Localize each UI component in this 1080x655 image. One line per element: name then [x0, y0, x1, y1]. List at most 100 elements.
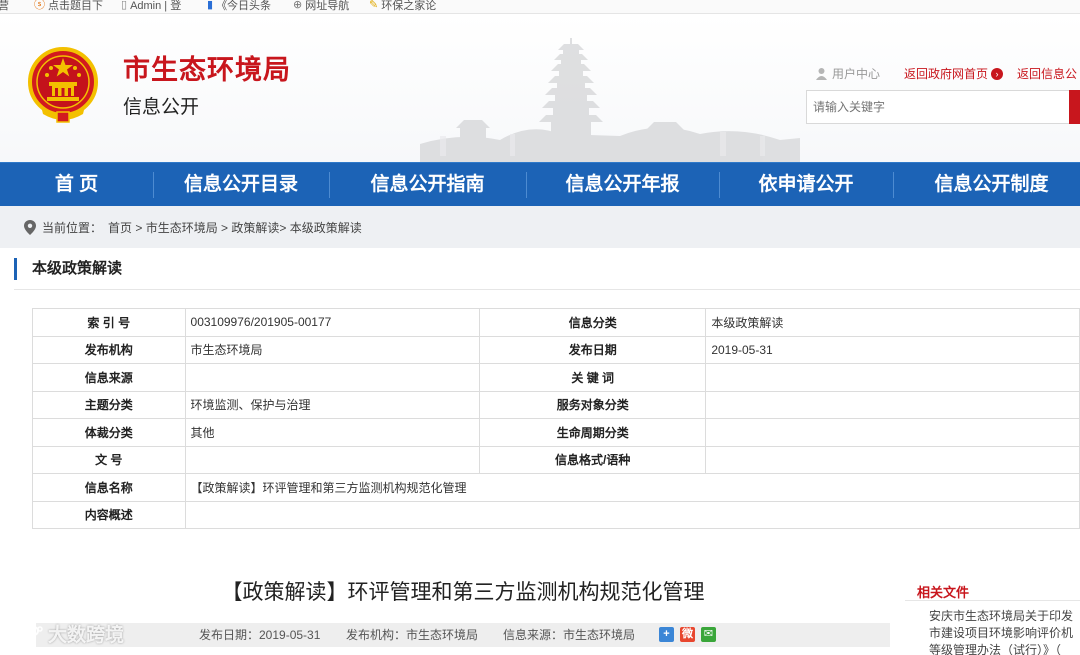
related-divider: [905, 600, 1080, 601]
back-to-gov-link[interactable]: 返回政府网首页 ›: [904, 65, 1004, 82]
org-label: 发布机构: [32, 335, 186, 364]
watermark-logo-icon: [13, 625, 43, 643]
genre-label: 体裁分类: [32, 418, 186, 447]
breadcrumb: 当前位置： 首页 > 市生态环境局 > 政策解读> 本级政策解读: [24, 219, 362, 236]
related-line: 市建设项目环境影响评价机: [929, 626, 1074, 640]
nav-annual-report[interactable]: 信息公开年报: [526, 163, 719, 207]
user-center-label: 用户中心: [832, 67, 881, 81]
keyword-label: 关 键 词: [479, 363, 707, 392]
nav-apply[interactable]: 依申请公开: [719, 163, 893, 207]
lifecycle-value: [705, 418, 1080, 447]
source-label: 信息来源: [32, 363, 186, 392]
article-meta-bar: 发布日期：2019-05-31 发布机构：市生态环境局 信息来源：市生态环境局 …: [36, 623, 890, 647]
breadcrumb-path[interactable]: 首页 > 市生态环境局 > 政策解读> 本级政策解读: [108, 219, 362, 236]
summary-label: 内容概述: [32, 500, 186, 529]
nav-system[interactable]: 信息公开制度: [893, 163, 1080, 207]
bookmark-label: Admin | 登: [130, 0, 182, 12]
page-icon: ▯: [121, 0, 128, 11]
table-row: 内容概述: [32, 500, 1080, 529]
meta-org: 发布机构：市生态环境局: [346, 628, 479, 642]
back-to-info-link[interactable]: 返回信息公: [1017, 65, 1077, 82]
share-weibo-icon[interactable]: 微: [680, 627, 695, 642]
s-badge-icon: ⓢ: [34, 0, 45, 11]
format-value: [705, 445, 1080, 474]
main-nav: 首 页 信息公开目录 信息公开指南 信息公开年报 依申请公开 信息公开制度: [0, 162, 1080, 206]
site-subtitle: 信息公开: [123, 97, 200, 118]
arrow-right-icon: ›: [991, 67, 1004, 80]
nav-catalog[interactable]: 信息公开目录: [153, 163, 329, 207]
nav-guide[interactable]: 信息公开指南: [329, 163, 526, 207]
watermark-text: 大数跨境: [48, 625, 125, 646]
table-row: 信息名称 【政策解读】环评管理和第三方监测机构规范化管理: [32, 473, 1080, 502]
index-value: 003109976/201905-00177: [184, 308, 481, 337]
bookmarks-bar: 营 ⓢ 点击题目下 ▯ Admin | 登 ▮ 《今日头条 ⊕ 网址导航 ✎ 环…: [0, 0, 1080, 14]
related-file-link[interactable]: 安庆市生态环境局关于印发 市建设项目环境影响评价机 等级管理办法（试行）》（: [929, 608, 1079, 655]
meta-source: 信息来源：市生态环境局: [503, 628, 636, 642]
index-label: 索 引 号: [32, 308, 186, 337]
docno-label: 文 号: [32, 445, 186, 474]
lightbulb-icon: ✎: [369, 0, 379, 11]
bookmark-item[interactable]: ▯ Admin | 登: [121, 0, 181, 13]
bookmark-item[interactable]: 营: [0, 0, 9, 13]
table-row: 信息来源 关 键 词: [32, 363, 1080, 392]
related-line: 等级管理办法（试行）》（: [929, 643, 1062, 655]
location-pin-icon: [24, 220, 36, 235]
topic-label: 主题分类: [32, 390, 186, 419]
bookmark-label: 环保之家论: [381, 0, 437, 12]
meta-date: 发布日期：2019-05-31: [199, 628, 321, 642]
source-value: [184, 363, 481, 392]
breadcrumb-prefix: 当前位置：: [42, 221, 103, 235]
bookmark-item[interactable]: ⊕ 网址导航: [293, 0, 349, 13]
section-title: 本级政策解读: [14, 258, 122, 280]
format-label: 信息格式/语种: [479, 445, 707, 474]
pagoda-illustration: [420, 38, 800, 162]
share-plus-icon[interactable]: +: [659, 627, 674, 642]
category-label: 信息分类: [479, 308, 707, 337]
bookmark-item[interactable]: ▮ 《今日头条: [207, 0, 271, 13]
share-wechat-icon[interactable]: ✉: [701, 627, 716, 642]
article-title: 【政策解读】环评管理和第三方监测机构规范化管理: [221, 581, 705, 604]
related-files-title: 相关文件: [917, 585, 970, 600]
topic-value: 环境监测、保护与治理: [184, 390, 481, 419]
nav-home[interactable]: 首 页: [0, 163, 153, 207]
category-value: 本级政策解读: [705, 308, 1080, 337]
bookmark-item[interactable]: ✎ 环保之家论: [369, 0, 436, 13]
name-value: 【政策解读】环评管理和第三方监测机构规范化管理: [184, 473, 1080, 502]
bar-chart-icon: ▮: [207, 0, 214, 11]
bookmark-label: 营: [0, 0, 9, 13]
genre-value: 其他: [184, 418, 481, 447]
bookmark-label: 《今日头条: [216, 0, 272, 12]
bookmark-label: 点击题目下: [48, 0, 103, 12]
service-label: 服务对象分类: [479, 390, 707, 419]
watermark: 大数跨境: [12, 620, 124, 647]
date-label: 发布日期: [479, 335, 707, 364]
user-center-link[interactable]: 用户中心: [815, 65, 880, 82]
service-value: [705, 390, 1080, 419]
related-line: 安庆市生态环境局关于印发: [929, 609, 1074, 623]
org-value: 市生态环境局: [184, 335, 481, 364]
table-row: 主题分类 环境监测、保护与治理 服务对象分类: [32, 390, 1080, 419]
name-label: 信息名称: [32, 473, 186, 502]
user-icon: [816, 68, 827, 80]
section-divider: [14, 289, 1080, 290]
bookmark-item[interactable]: ⓢ 点击题目下: [34, 0, 103, 13]
summary-value: [184, 500, 1080, 529]
site-header: 市生态环境局 信息公开 用户中心 返回政府网首页 › 返回信息公 请输入关键字: [0, 14, 1080, 162]
bookmark-label: 网址导航: [305, 0, 350, 12]
date-value: 2019-05-31: [705, 335, 1080, 364]
keyword-value: [705, 363, 1080, 392]
table-row: 文 号 信息格式/语种: [32, 445, 1080, 474]
table-row: 索 引 号 003109976/201905-00177 信息分类 本级政策解读: [32, 308, 1080, 337]
site-title: 市生态环境局: [123, 55, 291, 85]
search-input[interactable]: [806, 90, 1070, 124]
back-to-gov-label: 返回政府网首页: [904, 67, 989, 81]
info-table: 索 引 号 003109976/201905-00177 信息分类 本级政策解读…: [32, 308, 1080, 529]
table-row: 发布机构 市生态环境局 发布日期 2019-05-31: [32, 335, 1080, 364]
docno-value: [184, 445, 481, 474]
search-button[interactable]: [1069, 90, 1080, 124]
globe-icon: ⊕: [293, 0, 303, 11]
lifecycle-label: 生命周期分类: [479, 418, 707, 447]
national-emblem-icon: [28, 47, 98, 123]
table-row: 体裁分类 其他 生命周期分类: [32, 418, 1080, 447]
breadcrumb-bar: 当前位置： 首页 > 市生态环境局 > 政策解读> 本级政策解读: [0, 206, 1080, 248]
